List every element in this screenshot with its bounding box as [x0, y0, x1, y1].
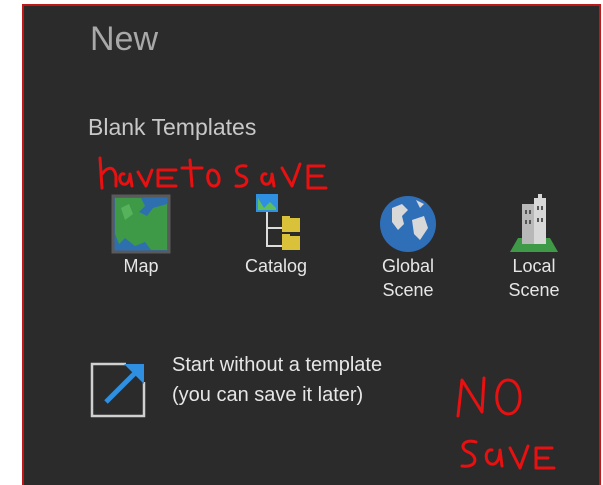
- start-without-template-line1: Start without a template: [172, 354, 383, 376]
- template-local-scene[interactable]: Local Scene: [494, 194, 574, 302]
- map-icon: [111, 194, 171, 254]
- start-without-template-line2: (you can save it later): [172, 384, 364, 406]
- start-without-template-button[interactable]: Start without a template (you can save i…: [88, 350, 448, 430]
- template-map[interactable]: Map: [106, 194, 176, 278]
- new-project-panel: New Blank Templates Map Catalog Global S…: [22, 4, 601, 485]
- local-scene-icon: [510, 194, 558, 252]
- catalog-icon: [256, 194, 300, 250]
- page-margin: [0, 0, 22, 485]
- template-global-scene[interactable]: Global Scene: [368, 194, 448, 302]
- open-external-icon: [90, 362, 146, 418]
- handwritten-note-no-save: [456, 376, 556, 470]
- section-heading-blank-templates: Blank Templates: [88, 114, 257, 140]
- handwritten-note-have-to-save: [98, 156, 328, 190]
- template-global-scene-label: Global Scene: [381, 256, 435, 300]
- template-local-scene-label: Local Scene: [508, 256, 560, 300]
- template-map-label: Map: [123, 256, 159, 276]
- template-catalog[interactable]: Catalog: [230, 194, 322, 278]
- page-title: New: [90, 20, 159, 58]
- globe-icon: [380, 196, 436, 252]
- template-catalog-label: Catalog: [244, 256, 308, 276]
